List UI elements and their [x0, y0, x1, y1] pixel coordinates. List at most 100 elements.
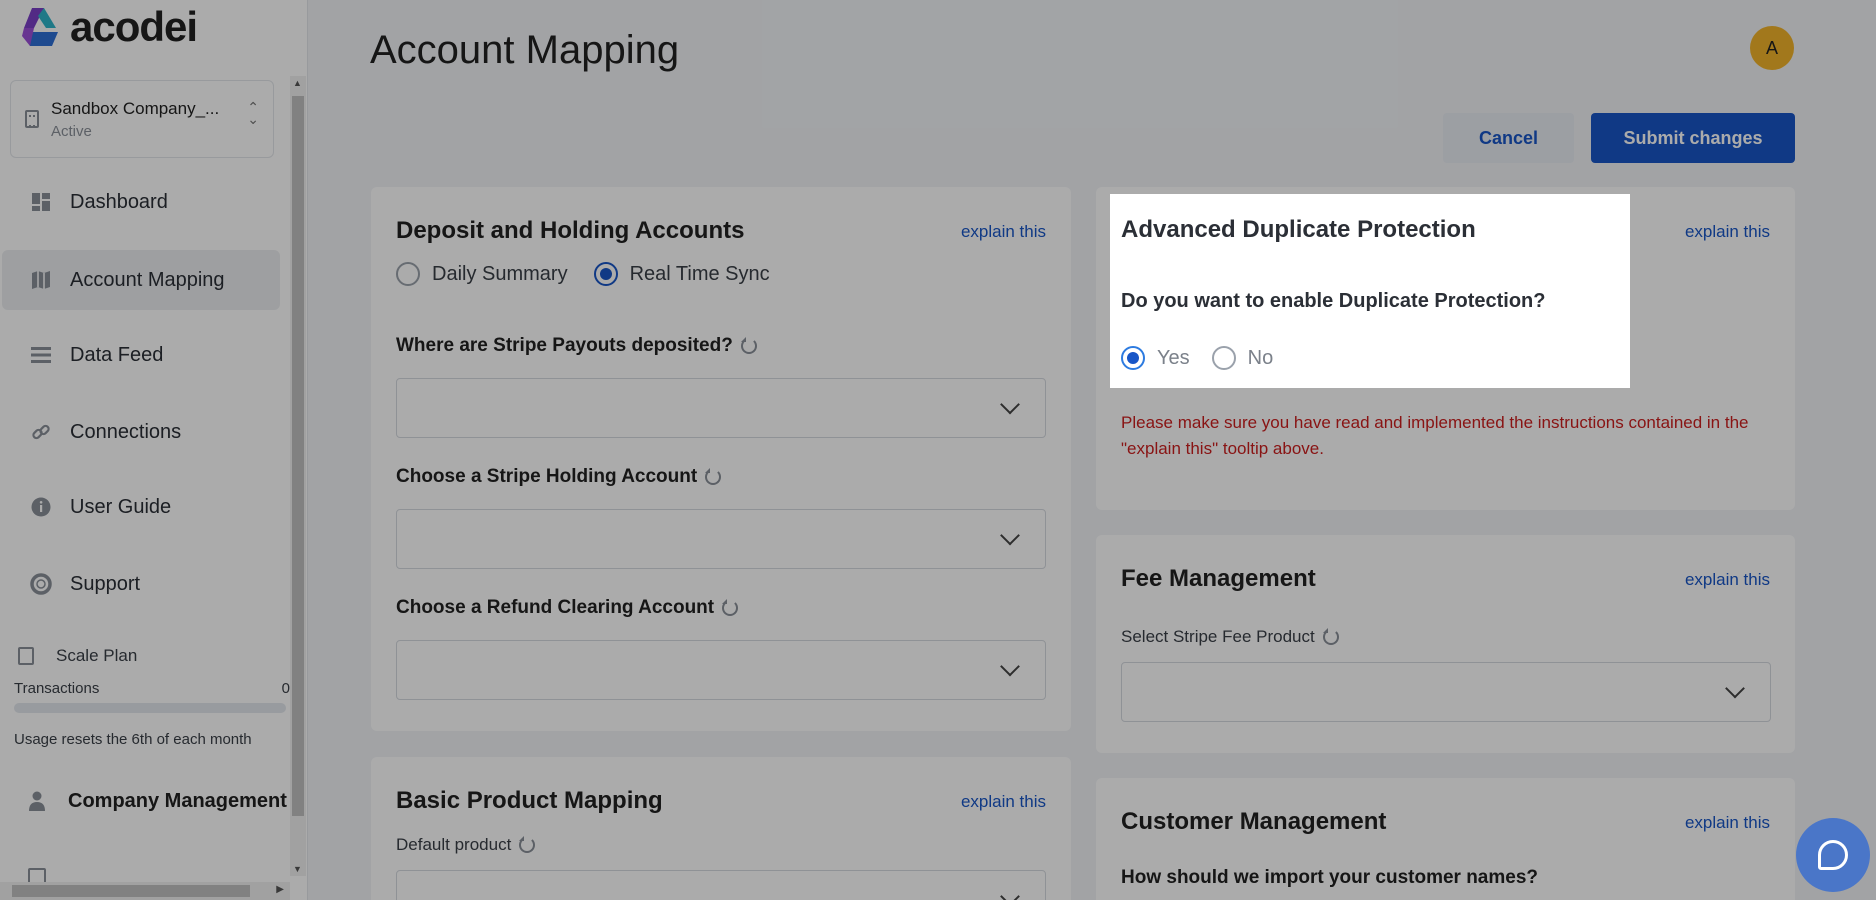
- sidebar: acodei Sandbox Company_... Active ⌃ ⌄ Das…: [0, 0, 308, 900]
- scroll-down-arrow-icon[interactable]: ▼: [293, 864, 302, 874]
- chevron-down-icon: [1000, 886, 1020, 900]
- building-icon: [25, 110, 39, 128]
- scroll-up-arrow-icon[interactable]: ▲: [293, 78, 302, 88]
- refund-clearing-select[interactable]: [396, 640, 1046, 700]
- duplicate-question: Do you want to enable Duplicate Protecti…: [1121, 290, 1546, 312]
- sidebar-item-connections[interactable]: Connections: [2, 402, 280, 462]
- company-switcher[interactable]: Sandbox Company_... Active ⌃ ⌄: [10, 80, 274, 158]
- card-title: Deposit and Holding Accounts: [396, 217, 745, 244]
- lifebuoy-icon: [30, 573, 52, 595]
- sidebar-item-data-feed[interactable]: Data Feed: [2, 325, 280, 385]
- reset-icon[interactable]: [519, 836, 536, 853]
- chevron-down-icon: [1000, 525, 1020, 546]
- sidebar-item-label: Company Management: [68, 790, 287, 812]
- submit-changes-button[interactable]: Submit changes: [1591, 113, 1795, 163]
- sidebar-vertical-scrollbar[interactable]: ▲ ▼: [290, 76, 306, 876]
- reset-icon[interactable]: [705, 468, 722, 485]
- stripe-fee-product-select[interactable]: [1121, 662, 1771, 722]
- plan-note: Usage resets the 6th of each month: [14, 731, 252, 748]
- explain-this-link[interactable]: explain this: [1685, 222, 1770, 242]
- scrollbar-thumb[interactable]: [292, 96, 304, 816]
- plan-metric-label: Transactions: [14, 680, 100, 697]
- page-title: Account Mapping: [370, 28, 680, 72]
- company-name: Sandbox Company_...: [51, 98, 220, 118]
- user-icon: [28, 791, 48, 813]
- default-product-select[interactable]: [396, 870, 1046, 900]
- radio-label: Real Time Sync: [629, 262, 770, 285]
- duplicate-warning-text: Please make sure you have read and imple…: [1121, 413, 1749, 458]
- customer-management-card: Customer Management explain this How sho…: [1096, 778, 1795, 900]
- fee-management-card: Fee Management explain this Select Strip…: [1096, 535, 1795, 753]
- scroll-right-arrow-icon[interactable]: ▶: [276, 884, 284, 895]
- sidebar-horizontal-scrollbar[interactable]: ▶: [0, 882, 290, 900]
- radio-button[interactable]: [396, 262, 420, 286]
- field-label: How should we import your customer names…: [1121, 867, 1539, 888]
- tour-spotlight: Advanced Duplicate Protection Do you wan…: [1110, 194, 1630, 388]
- radio-label: No: [1247, 346, 1274, 369]
- radio-label: Yes: [1157, 346, 1190, 369]
- list-icon: [30, 344, 52, 366]
- sidebar-item-label: User Guide: [70, 495, 172, 518]
- logo[interactable]: acodei: [20, 3, 198, 50]
- card-title: Customer Management: [1121, 808, 1387, 835]
- explain-this-link[interactable]: explain this: [1685, 570, 1770, 590]
- payouts-account-select[interactable]: [396, 378, 1046, 438]
- explain-this-link[interactable]: explain this: [961, 792, 1046, 812]
- reset-icon[interactable]: [740, 337, 757, 354]
- reset-icon[interactable]: [1322, 628, 1339, 645]
- sync-mode-radio-group: Daily Summary Real Time Sync: [396, 262, 796, 286]
- explain-this-link[interactable]: explain this: [961, 222, 1046, 242]
- chevron-down-icon: [1725, 678, 1745, 699]
- radio-no[interactable]: No: [1211, 346, 1274, 370]
- sidebar-item-label: Dashboard: [70, 190, 168, 213]
- cancel-button[interactable]: Cancel: [1443, 113, 1574, 163]
- plan-usage: Scale Plan Transactions 0 Usage resets t…: [14, 646, 290, 748]
- duplicate-radio-group: Yes No: [1121, 346, 1295, 370]
- link-icon: [30, 421, 52, 443]
- radio-button[interactable]: [1211, 346, 1236, 370]
- chevron-up-down-icon: ⌃ ⌄: [247, 99, 259, 127]
- radio-yes[interactable]: Yes: [1121, 346, 1190, 370]
- plan-metric-value: 0: [281, 680, 290, 697]
- sidebar-item-account-mapping[interactable]: Account Mapping: [2, 250, 280, 310]
- chat-icon: [1818, 840, 1848, 870]
- usage-progress-bar: [14, 703, 286, 713]
- sidebar-item-dashboard[interactable]: Dashboard: [2, 172, 280, 232]
- field-label: Where are Stripe Payouts deposited?: [396, 335, 757, 357]
- logo-text: acodei: [70, 3, 198, 50]
- radio-label: Daily Summary: [432, 262, 568, 285]
- field-label: Default product: [396, 835, 536, 855]
- radio-button-selected[interactable]: [593, 262, 618, 286]
- sidebar-item-label: Account Mapping: [70, 268, 225, 291]
- plan-name: Scale Plan: [56, 646, 138, 665]
- receipt-icon: [18, 647, 34, 665]
- company-status: Active: [51, 122, 92, 140]
- acodei-logo-icon: [22, 8, 58, 46]
- scrollbar-thumb[interactable]: [12, 885, 250, 897]
- sidebar-item-label: Connections: [70, 420, 182, 443]
- card-title: Basic Product Mapping: [396, 787, 663, 814]
- card-title: Advanced Duplicate Protection: [1121, 216, 1476, 243]
- map-icon: [30, 269, 52, 291]
- sidebar-item-label: Data Feed: [70, 343, 164, 366]
- chevron-down-icon: [1000, 656, 1020, 677]
- chat-support-button[interactable]: [1796, 818, 1870, 892]
- holding-account-select[interactable]: [396, 509, 1046, 569]
- sidebar-item-label: Support: [70, 572, 141, 595]
- dashboard-icon: [30, 191, 52, 213]
- field-label: Choose a Stripe Holding Account: [396, 466, 722, 488]
- avatar[interactable]: A: [1750, 26, 1794, 70]
- basic-product-mapping-card: Basic Product Mapping explain this Defau…: [371, 757, 1071, 900]
- sidebar-item-support[interactable]: Support: [2, 554, 280, 614]
- reset-icon[interactable]: [722, 599, 739, 616]
- field-label: Choose a Refund Clearing Account: [396, 597, 739, 619]
- explain-this-link[interactable]: explain this: [1685, 813, 1770, 833]
- radio-button-selected[interactable]: [1121, 346, 1145, 370]
- sidebar-item-user-guide[interactable]: User Guide: [2, 477, 280, 537]
- radio-real-time-sync[interactable]: Real Time Sync: [593, 262, 770, 286]
- info-icon: [30, 496, 52, 518]
- radio-daily-summary[interactable]: Daily Summary: [396, 262, 568, 286]
- chevron-down-icon: [1000, 394, 1020, 415]
- sidebar-item-company-management[interactable]: Company Management: [28, 790, 287, 813]
- field-label: Select Stripe Fee Product: [1121, 627, 1339, 647]
